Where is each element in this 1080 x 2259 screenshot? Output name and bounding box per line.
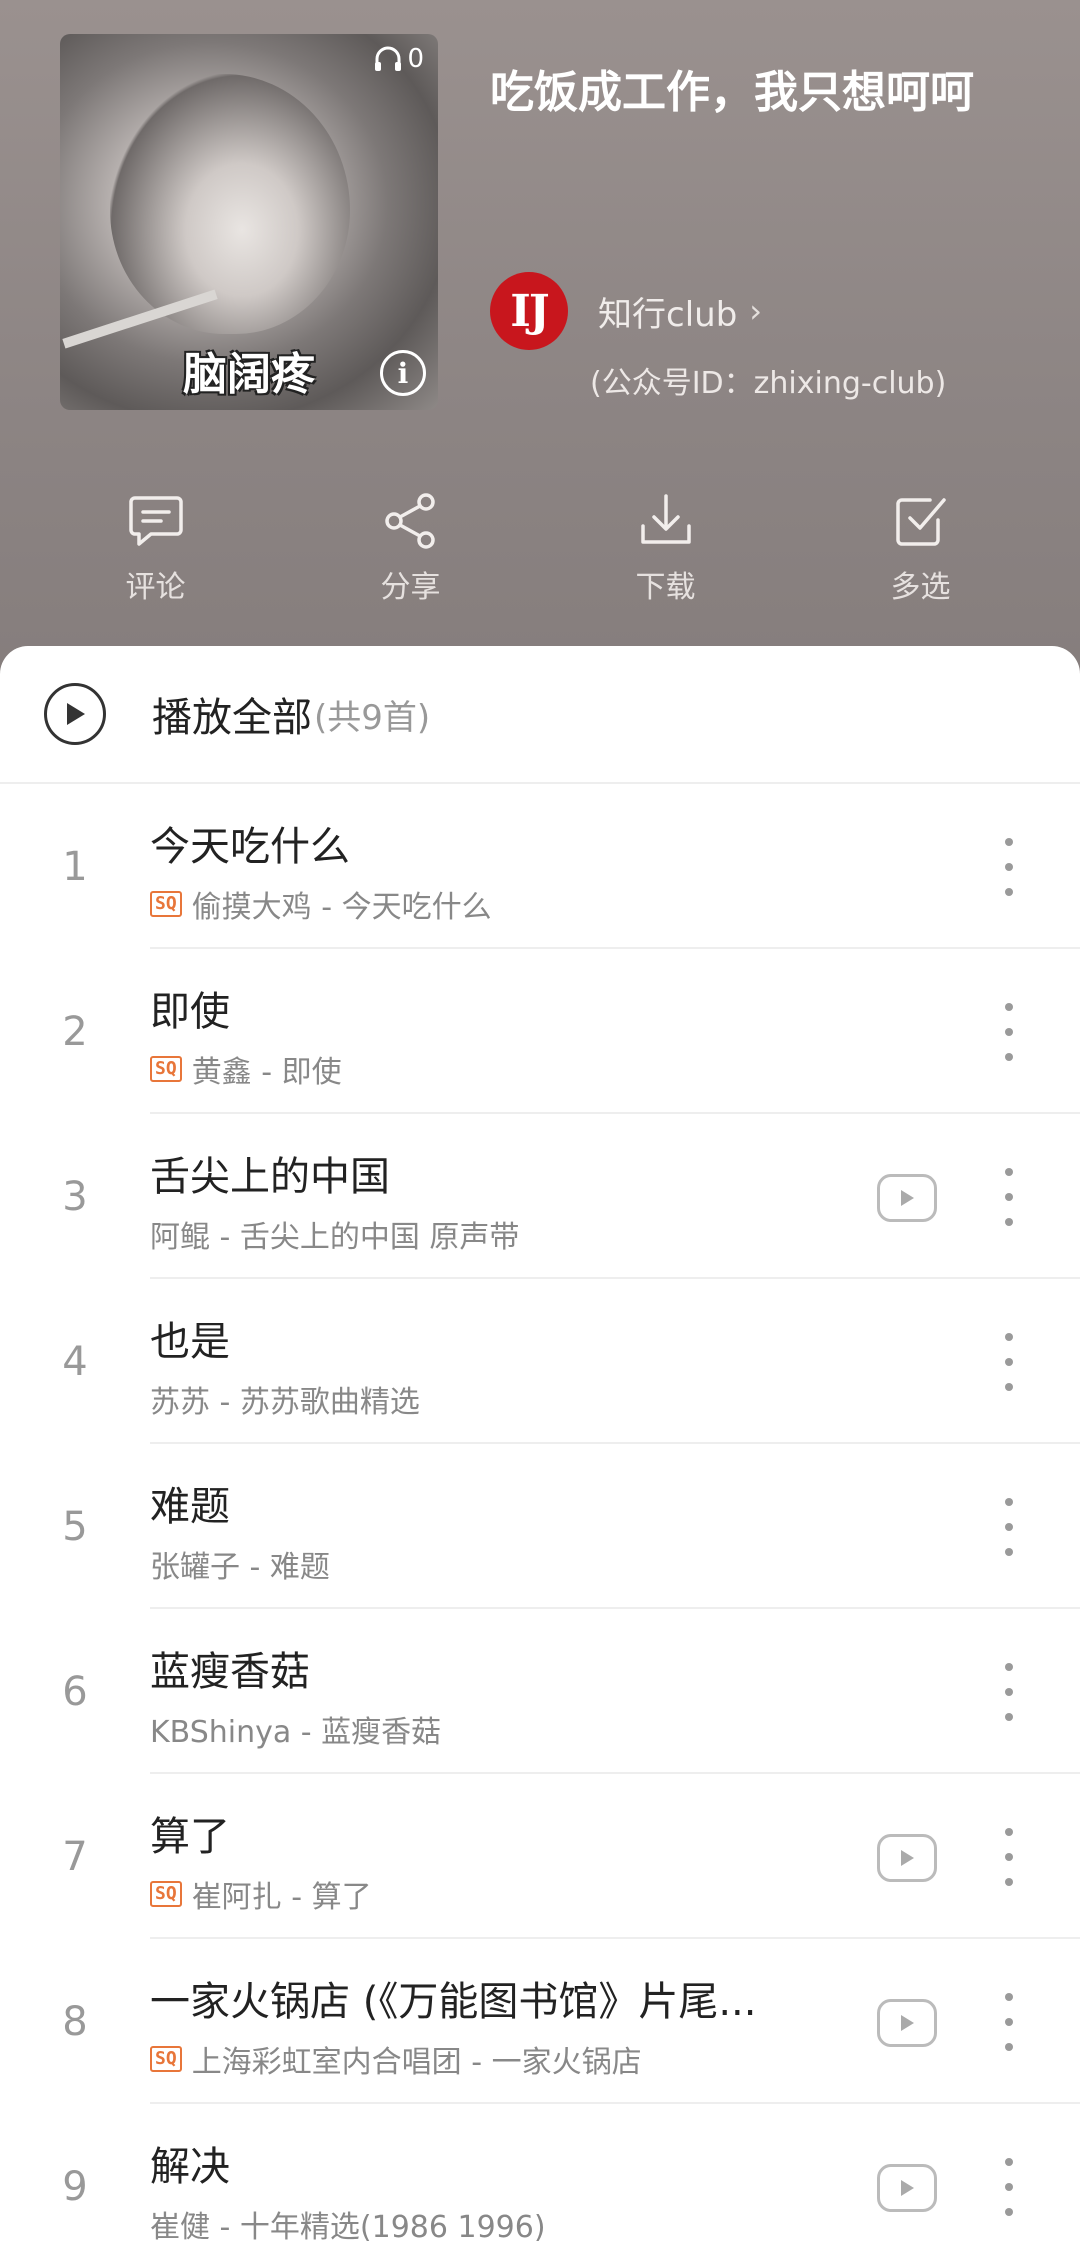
action-bar: 评论 分享 下载 多选	[0, 490, 1080, 610]
song-title: 也是	[150, 1319, 230, 1365]
song-subtitle: 崔健 - 十年精选(1986 1996)	[150, 2202, 850, 2246]
song-subtitle: 阿鲲 - 舌尖上的中国 原声带	[150, 1212, 850, 1256]
more-options-icon[interactable]	[992, 1329, 1026, 1395]
play-all-label[interactable]: 播放全部	[152, 685, 312, 743]
song-subtitle: KBShinya - 蓝瘦香菇	[150, 1707, 850, 1751]
song-artist-album: 黄鑫 - 即使	[191, 1055, 342, 1090]
song-row[interactable]: 1 今天吃什么 SQ 偷摸大鸡 - 今天吃什么	[0, 784, 1080, 949]
song-artist-album: KBShinya - 蓝瘦香菇	[150, 1715, 442, 1750]
more-options-icon[interactable]	[992, 1659, 1026, 1725]
song-list: 1 今天吃什么 SQ 偷摸大鸡 - 今天吃什么 2 即使 SQ 黄鑫 - 即使 3 舌尖上的中国阿…	[0, 784, 1080, 2259]
song-row[interactable]: 6 蓝瘦香菇 KBShinya - 蓝瘦香菇	[0, 1609, 1080, 1774]
sq-badge: SQ	[150, 891, 182, 917]
multi-select-icon	[895, 498, 946, 546]
download-button[interactable]: 下载	[538, 490, 793, 610]
song-row[interactable]: 3 舌尖上的中国阿鲲 - 舌尖上的中国 原声带	[0, 1114, 1080, 1279]
song-index: 2	[62, 1008, 88, 1055]
song-artist-album: 崔阿扎 - 算了	[191, 1880, 372, 1915]
account-id: (公众号ID：zhixing-club)	[590, 366, 947, 401]
more-options-icon[interactable]	[992, 999, 1026, 1065]
song-list-panel: 播放全部 (共9首) 1 今天吃什么 SQ 偷摸大鸡 - 今天吃什么 2 即使 SQ 黄鑫 -…	[0, 646, 1080, 2259]
song-artist-album: 阿鲲 - 舌尖上的中国 原声带	[150, 1220, 520, 1255]
sq-badge: SQ	[150, 1056, 182, 1082]
song-subtitle: 张罐子 - 难题	[150, 1542, 850, 1586]
chevron-right-icon: ›	[749, 292, 763, 330]
song-row[interactable]: 8 一家火锅店 (《万能图书馆》片尾... SQ 上海彩虹室内合唱团 - 一家火锅店	[0, 1939, 1080, 2104]
comment-icon	[128, 496, 183, 546]
share-button[interactable]: 分享	[283, 490, 538, 610]
song-row[interactable]: 5 难题张罐子 - 难题	[0, 1444, 1080, 1609]
playlist-header: 0 脑阔疼 i 吃饭成工作，我只想呵呵 IJ 知行club › (公众号ID：z…	[0, 0, 1080, 700]
song-artist-album: 偷摸大鸡 - 今天吃什么	[191, 890, 492, 925]
song-artist-album: 上海彩虹室内合唱团 - 一家火锅店	[191, 2045, 642, 2080]
mv-play-icon[interactable]	[877, 1174, 937, 1222]
share-icon	[384, 493, 435, 549]
song-title: 算了	[150, 1814, 230, 1860]
play-all-icon[interactable]	[44, 683, 106, 745]
more-options-icon[interactable]	[992, 1989, 1026, 2055]
song-title: 即使	[150, 989, 230, 1035]
play-count: 0	[373, 44, 424, 74]
creator-name-link[interactable]: 知行club ›	[598, 287, 762, 336]
more-options-icon[interactable]	[992, 1824, 1026, 1890]
song-row[interactable]: 2 即使 SQ 黄鑫 - 即使	[0, 949, 1080, 1114]
song-row[interactable]: 4 也是苏苏 - 苏苏歌曲精选	[0, 1279, 1080, 1444]
download-icon	[640, 494, 691, 544]
song-subtitle: SQ 上海彩虹室内合唱团 - 一家火锅店	[150, 2037, 850, 2081]
mv-play-icon[interactable]	[877, 1999, 937, 2047]
song-index: 4	[62, 1338, 88, 1385]
mv-play-icon[interactable]	[877, 1834, 937, 1882]
song-index: 5	[62, 1503, 88, 1550]
more-options-icon[interactable]	[992, 834, 1026, 900]
song-index: 3	[62, 1173, 88, 1220]
song-subtitle: SQ 偷摸大鸡 - 今天吃什么	[150, 882, 850, 926]
play-count-value: 0	[407, 44, 424, 74]
multi-select-button[interactable]: 多选	[793, 490, 1048, 610]
mv-play-icon[interactable]	[877, 2164, 937, 2212]
creator-name: 知行club	[598, 294, 738, 335]
comment-label: 评论	[125, 570, 186, 605]
info-icon[interactable]: i	[380, 350, 426, 396]
song-title: 解决	[150, 2144, 230, 2190]
more-options-icon[interactable]	[992, 2154, 1026, 2220]
song-title: 蓝瘦香菇	[150, 1649, 310, 1695]
song-subtitle: 苏苏 - 苏苏歌曲精选	[150, 1377, 850, 1421]
song-title: 舌尖上的中国	[150, 1154, 390, 1200]
song-index: 8	[62, 1998, 88, 2045]
song-index: 7	[62, 1833, 88, 1880]
share-label: 分享	[380, 570, 441, 605]
song-artist-album: 崔健 - 十年精选(1986 1996)	[150, 2210, 546, 2245]
more-options-icon[interactable]	[992, 1494, 1026, 1560]
more-options-icon[interactable]	[992, 1164, 1026, 1230]
multi-select-label: 多选	[890, 570, 951, 605]
song-row[interactable]: 9 解决崔健 - 十年精选(1986 1996)	[0, 2104, 1080, 2259]
cover-image	[110, 74, 350, 334]
song-artist-album: 苏苏 - 苏苏歌曲精选	[150, 1385, 420, 1420]
song-title: 难题	[150, 1484, 230, 1530]
song-row[interactable]: 7 算了 SQ 崔阿扎 - 算了	[0, 1774, 1080, 1939]
creator-row[interactable]: IJ 知行club ›	[490, 272, 762, 350]
song-index: 9	[62, 2163, 88, 2210]
song-subtitle: SQ 黄鑫 - 即使	[150, 1047, 850, 1091]
sq-badge: SQ	[150, 1881, 182, 1907]
creator-avatar[interactable]: IJ	[490, 272, 568, 350]
playlist-title: 吃饭成工作，我只想呵呵	[490, 67, 974, 118]
song-artist-album: 张罐子 - 难题	[150, 1550, 330, 1585]
song-title: 今天吃什么	[150, 824, 350, 870]
play-all-row[interactable]: 播放全部 (共9首)	[0, 646, 1080, 782]
song-index: 6	[62, 1668, 88, 1715]
song-index: 1	[62, 843, 88, 890]
song-subtitle: SQ 崔阿扎 - 算了	[150, 1872, 850, 1916]
comment-button[interactable]: 评论	[28, 490, 283, 610]
playlist-cover[interactable]: 0 脑阔疼 i	[60, 34, 438, 410]
song-title: 一家火锅店 (《万能图书馆》片尾...	[150, 1979, 757, 2025]
song-count: (共9首)	[314, 697, 431, 738]
headphones-icon	[375, 46, 402, 71]
download-label: 下载	[635, 570, 696, 605]
sq-badge: SQ	[150, 2046, 182, 2072]
